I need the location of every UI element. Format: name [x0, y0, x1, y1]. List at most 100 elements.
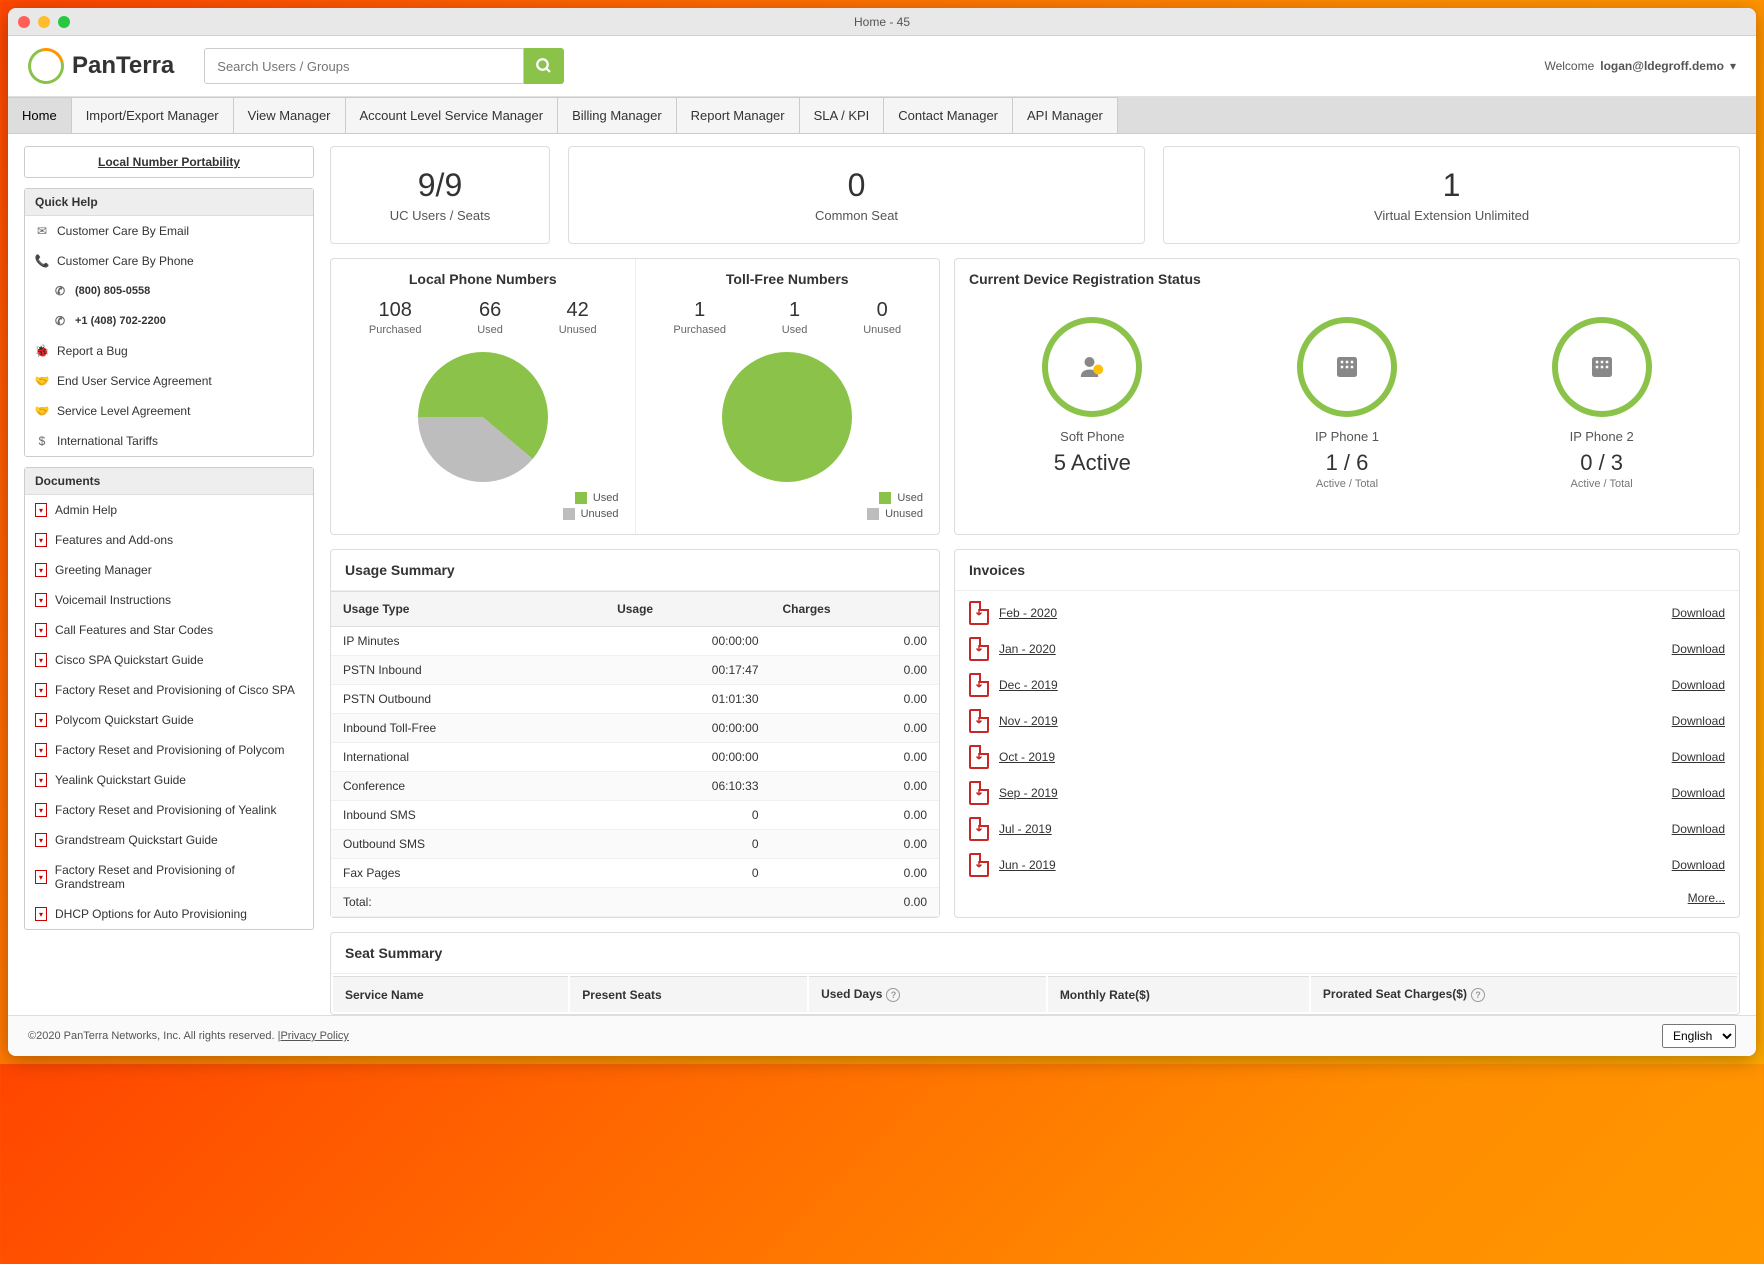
maximize-window-button[interactable] — [58, 16, 70, 28]
download-link[interactable]: Download — [1672, 714, 1725, 728]
main-content: 9/9UC Users / Seats0Common Seat1Virtual … — [330, 146, 1740, 1015]
sla-link[interactable]: 🤝Service Level Agreement — [25, 396, 313, 426]
invoice-link[interactable]: Nov - 2019 — [999, 714, 1662, 728]
documents-header: Documents — [25, 468, 313, 495]
download-link[interactable]: Download — [1672, 642, 1725, 656]
tollfree-numbers-pie-chart — [722, 352, 852, 482]
document-link[interactable]: ▾Grandstream Quickstart Guide — [25, 825, 313, 855]
table-header: Usage Type — [331, 592, 605, 627]
invoice-link[interactable]: Sep - 2019 — [999, 786, 1662, 800]
invoice-link[interactable]: Feb - 2020 — [999, 606, 1662, 620]
document-link[interactable]: ▾Factory Reset and Provisioning of Cisco… — [25, 675, 313, 705]
language-select[interactable]: English — [1662, 1024, 1736, 1048]
invoice-link[interactable]: Jan - 2020 — [999, 642, 1662, 656]
table-row: PSTN Inbound00:17:470.00 — [331, 656, 939, 685]
pdf-icon: ▾ — [35, 563, 47, 577]
download-link[interactable]: Download — [1672, 858, 1725, 872]
document-link[interactable]: ▾Admin Help — [25, 495, 313, 525]
phone-number-1[interactable]: ✆(800) 805-0558 — [25, 276, 313, 306]
invoice-row: Jul - 2019 Download — [969, 811, 1725, 847]
customer-care-phone-link[interactable]: 📞Customer Care By Phone — [25, 246, 313, 276]
invoice-link[interactable]: Jul - 2019 — [999, 822, 1662, 836]
document-link[interactable]: ▾Voicemail Instructions — [25, 585, 313, 615]
document-link[interactable]: ▾Greeting Manager — [25, 555, 313, 585]
report-bug-link[interactable]: 🐞Report a Bug — [25, 336, 313, 366]
email-icon: ✉ — [35, 224, 49, 238]
table-row: Conference06:10:330.00 — [331, 772, 939, 801]
stat-card: 0Common Seat — [568, 146, 1145, 244]
pdf-icon: ▾ — [35, 713, 47, 727]
nav-tab-import-export-manager[interactable]: Import/Export Manager — [72, 97, 234, 133]
titlebar: Home - 45 — [8, 8, 1756, 36]
document-link[interactable]: ▾Cisco SPA Quickstart Guide — [25, 645, 313, 675]
nav-tab-home[interactable]: Home — [8, 97, 72, 133]
usage-title: Usage Summary — [331, 550, 939, 591]
document-link[interactable]: ▾Polycom Quickstart Guide — [25, 705, 313, 735]
nav-tab-contact-manager[interactable]: Contact Manager — [884, 97, 1013, 133]
privacy-policy-link[interactable]: Privacy Policy — [280, 1030, 348, 1042]
download-link[interactable]: Download — [1672, 822, 1725, 836]
nav-tab-report-manager[interactable]: Report Manager — [677, 97, 800, 133]
customer-care-email-link[interactable]: ✉Customer Care By Email — [25, 216, 313, 246]
invoice-link[interactable]: Dec - 2019 — [999, 678, 1662, 692]
local-numbers-title: Local Phone Numbers — [331, 259, 635, 295]
invoices-panel: Invoices Feb - 2020DownloadJan - 2020Dow… — [954, 549, 1740, 918]
document-link[interactable]: ▾Yealink Quickstart Guide — [25, 765, 313, 795]
search-icon — [535, 57, 553, 75]
seat-title: Seat Summary — [331, 933, 1739, 974]
document-link[interactable]: ▾Factory Reset and Provisioning of Yeali… — [25, 795, 313, 825]
tollfree-numbers-title: Toll-Free Numbers — [636, 259, 940, 295]
phone-icon: 📞 — [35, 254, 49, 268]
table-row: Inbound Toll-Free00:00:000.00 — [331, 714, 939, 743]
table-header: Service Name — [333, 976, 568, 1012]
local-number-portability-link[interactable]: Local Number Portability — [25, 147, 313, 177]
download-link[interactable]: Download — [1672, 606, 1725, 620]
search-button[interactable] — [524, 48, 564, 84]
tariffs-link[interactable]: $International Tariffs — [25, 426, 313, 456]
nav-tabs: HomeImport/Export ManagerView ManagerAcc… — [8, 97, 1756, 134]
invoice-link[interactable]: Oct - 2019 — [999, 750, 1662, 764]
quick-help-header: Quick Help — [25, 189, 313, 216]
device-status: IP Phone 20 / 3Active / Total — [1552, 317, 1652, 490]
eusa-link[interactable]: 🤝End User Service Agreement — [25, 366, 313, 396]
document-link[interactable]: ▾Factory Reset and Provisioning of Polyc… — [25, 735, 313, 765]
phone-number-2[interactable]: ✆+1 (408) 702-2200 — [25, 306, 313, 336]
minimize-window-button[interactable] — [38, 16, 50, 28]
phone-icon: ✆ — [53, 284, 67, 298]
nav-tab-sla-kpi[interactable]: SLA / KPI — [800, 97, 885, 133]
nav-tab-view-manager[interactable]: View Manager — [234, 97, 346, 133]
document-link[interactable]: ▾DHCP Options for Auto Provisioning — [25, 899, 313, 929]
nav-tab-billing-manager[interactable]: Billing Manager — [558, 97, 677, 133]
table-header: Monthly Rate($) — [1048, 976, 1309, 1012]
pdf-icon: ▾ — [35, 743, 47, 757]
more-invoices-link[interactable]: More... — [955, 887, 1739, 915]
download-link[interactable]: Download — [1672, 750, 1725, 764]
table-row: International00:00:000.00 — [331, 743, 939, 772]
download-link[interactable]: Download — [1672, 786, 1725, 800]
help-icon[interactable]: ? — [886, 988, 900, 1002]
pdf-icon: ▾ — [35, 870, 47, 884]
pdf-icon — [969, 853, 989, 877]
search-input[interactable] — [204, 48, 524, 84]
table-header: Prorated Seat Charges($)? — [1311, 976, 1737, 1012]
nav-tab-account-level-service-manager[interactable]: Account Level Service Manager — [346, 97, 559, 133]
table-row: Fax Pages00.00 — [331, 859, 939, 888]
table-row: Inbound SMS00.00 — [331, 801, 939, 830]
document-link[interactable]: ▾Factory Reset and Provisioning of Grand… — [25, 855, 313, 899]
download-link[interactable]: Download — [1672, 678, 1725, 692]
device-registration-panel: Current Device Registration Status Soft … — [954, 258, 1740, 535]
pdf-icon: ▾ — [35, 623, 47, 637]
document-link[interactable]: ▾Features and Add-ons — [25, 525, 313, 555]
logo-text: PanTerra — [72, 52, 174, 80]
pdf-icon — [969, 745, 989, 769]
nav-tab-api-manager[interactable]: API Manager — [1013, 97, 1118, 133]
help-icon[interactable]: ? — [1471, 988, 1485, 1002]
table-row: IP Minutes00:00:000.00 — [331, 627, 939, 656]
document-link[interactable]: ▾Call Features and Star Codes — [25, 615, 313, 645]
pdf-icon: ▾ — [35, 833, 47, 847]
pdf-icon: ▾ — [35, 773, 47, 787]
close-window-button[interactable] — [18, 16, 30, 28]
invoice-link[interactable]: Jun - 2019 — [999, 858, 1662, 872]
logo: PanTerra — [28, 48, 174, 84]
welcome-text[interactable]: Welcome logan@ldegroff.demo ▾ — [1544, 59, 1736, 73]
